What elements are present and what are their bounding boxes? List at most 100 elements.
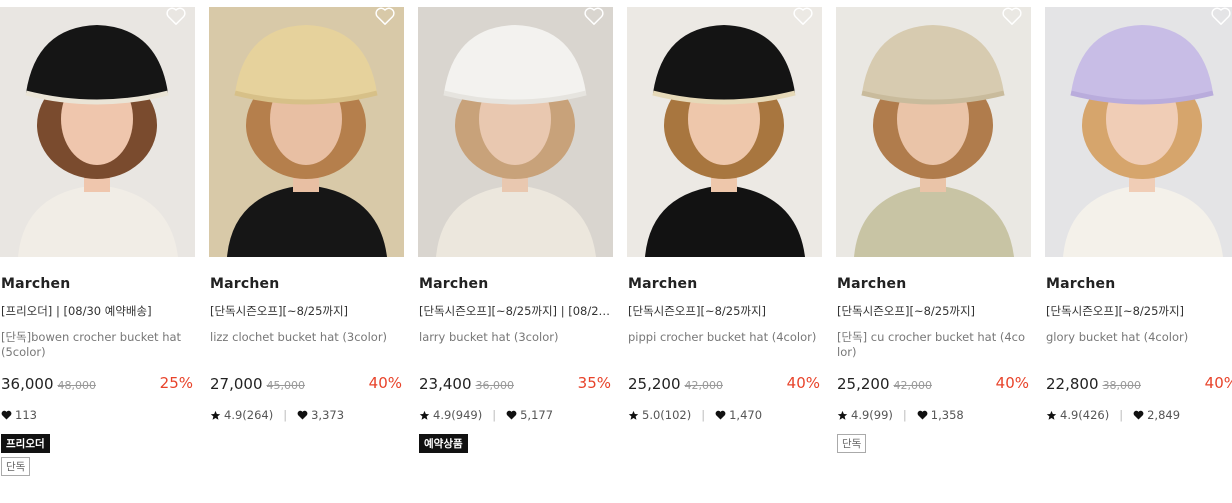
price-row: 23,400 36,000 35% [419, 374, 611, 394]
like-count: 5,177 [520, 408, 554, 422]
product-name[interactable]: lizz clochet bucket hat (3color) [210, 330, 400, 345]
star-icon [628, 410, 639, 420]
price-row: 27,000 45,000 40% [210, 374, 402, 394]
discount-rate: 25% [159, 374, 193, 392]
heart-icon [917, 410, 928, 420]
product-name[interactable]: glory bucket hat (4color) [1046, 330, 1232, 345]
promo-text: [단독시즌오프][~8/25까지] [210, 304, 349, 318]
like-count: 3,373 [311, 408, 345, 422]
price-row: 25,200 42,000 40% [628, 374, 820, 394]
discount-rate: 40% [786, 374, 820, 392]
wishlist-heart-icon[interactable] [374, 6, 396, 26]
discount-rate: 40% [1204, 374, 1232, 392]
rating: 4.9(426) [1060, 408, 1110, 422]
product-meta: 4.9(264) | 3,373 [210, 408, 344, 422]
heart-icon [1133, 410, 1144, 420]
original-price: 45,000 [266, 379, 306, 392]
star-icon [1046, 410, 1057, 420]
product-meta: 113 [1, 408, 37, 422]
rating: 5.0(102) [642, 408, 692, 422]
meta-divider: | [1119, 408, 1124, 422]
sale-price: 36,000 [1, 375, 54, 393]
original-price: 38,000 [1102, 379, 1142, 392]
promo-text: [단독시즌오프][~8/25까지] [1046, 304, 1185, 318]
promo-text: [단독시즌오프][~8/25까지] [837, 304, 976, 318]
preorder-badge: 프리오더 [1, 434, 50, 453]
product-image[interactable] [418, 7, 613, 257]
star-icon [419, 410, 430, 420]
product-image[interactable] [209, 7, 404, 257]
star-icon [210, 410, 221, 420]
product-card[interactable]: Marchen [프리오더] | [08/30 예약배송] [단독]bowen … [0, 0, 195, 503]
product-name[interactable]: [단독]bowen crocher bucket hat (5color) [1, 330, 191, 360]
product-name[interactable]: pippi crocher bucket hat (4color) [628, 330, 818, 345]
promo-text: [단독시즌오프][~8/25까지] | [08/25 예약배송] [419, 304, 611, 318]
model-photo [1045, 7, 1232, 257]
price-row: 22,80038,000 40% [1046, 374, 1232, 394]
product-name[interactable]: [단독] cu crocher bucket hat (4color) [837, 330, 1027, 360]
model-photo [209, 7, 404, 257]
product-image[interactable] [0, 7, 195, 257]
product-meta: 4.9(949) | 5,177 [419, 408, 553, 422]
product-grid: Marchen [프리오더] | [08/30 예약배송] [단독]bowen … [0, 0, 1232, 503]
meta-divider: | [492, 408, 497, 422]
product-card[interactable]: Marchen [단독시즌오프][~8/25까지] [단독] cu croche… [836, 0, 1031, 503]
wishlist-heart-icon[interactable] [1210, 6, 1232, 26]
wishlist-heart-icon[interactable] [583, 6, 605, 26]
product-card[interactable]: Marchen [단독시즌오프][~8/25까지] | [08/25 예약배송]… [418, 0, 613, 503]
model-photo [836, 7, 1031, 257]
model-photo [627, 7, 822, 257]
discount-rate: 40% [995, 374, 1029, 392]
original-price: 48,000 [57, 379, 97, 392]
like-count: 2,849 [1147, 408, 1181, 422]
product-card[interactable]: Marchen [단독시즌오프][~8/25까지] lizz clochet b… [209, 0, 404, 503]
discount-rate: 35% [577, 374, 611, 392]
price-row: 25,200 42,000 40% [837, 374, 1029, 394]
product-image[interactable] [1045, 7, 1232, 257]
product-card[interactable]: Marchen [단독시즌오프][~8/25까지] pippi crocher … [627, 0, 822, 503]
rating: 4.9(264) [224, 408, 274, 422]
original-price: 42,000 [893, 379, 933, 392]
exclusive-badge: 단독 [1, 457, 31, 476]
brand-name[interactable]: Marchen [1046, 276, 1115, 292]
sale-price: 25,200 [837, 375, 890, 393]
brand-name[interactable]: Marchen [628, 276, 697, 292]
brand-name[interactable]: Marchen [837, 276, 906, 292]
like-count: 1,470 [729, 408, 763, 422]
original-price: 36,000 [475, 379, 515, 392]
star-icon [837, 410, 848, 420]
price-row: 36,000 48,000 25% [1, 374, 193, 394]
model-photo [0, 7, 195, 257]
meta-divider: | [902, 408, 907, 422]
wishlist-heart-icon[interactable] [1001, 6, 1023, 26]
wishlist-heart-icon[interactable] [792, 6, 814, 26]
product-name[interactable]: larry bucket hat (3color) [419, 330, 609, 345]
model-photo [418, 7, 613, 257]
promo-text: [단독시즌오프][~8/25까지] [628, 304, 767, 318]
sale-price: 22,800 [1046, 375, 1099, 393]
sale-price: 23,400 [419, 375, 472, 393]
wishlist-heart-icon[interactable] [165, 6, 187, 26]
brand-name[interactable]: Marchen [419, 276, 488, 292]
like-count: 113 [15, 408, 37, 422]
heart-icon [297, 410, 308, 420]
discount-rate: 40% [368, 374, 402, 392]
brand-name[interactable]: Marchen [210, 276, 279, 292]
product-meta: 5.0(102) | 1,470 [628, 408, 762, 422]
product-image[interactable] [836, 7, 1031, 257]
heart-icon [715, 410, 726, 420]
sale-price: 27,000 [210, 375, 263, 393]
like-count: 1,358 [930, 408, 964, 422]
heart-icon [1, 410, 12, 420]
promo-text: [프리오더] | [08/30 예약배송] [1, 304, 152, 318]
reservation-badge: 예약상품 [419, 434, 468, 453]
product-image[interactable] [627, 7, 822, 257]
brand-name[interactable]: Marchen [1, 276, 70, 292]
meta-divider: | [283, 408, 288, 422]
rating: 4.9(99) [851, 408, 893, 422]
exclusive-badge: 단독 [837, 434, 867, 453]
meta-divider: | [701, 408, 706, 422]
product-card[interactable]: Marchen [단독시즌오프][~8/25까지] glory bucket h… [1045, 0, 1232, 503]
product-meta: 4.9(99) | 1,358 [837, 408, 964, 422]
sale-price: 25,200 [628, 375, 681, 393]
